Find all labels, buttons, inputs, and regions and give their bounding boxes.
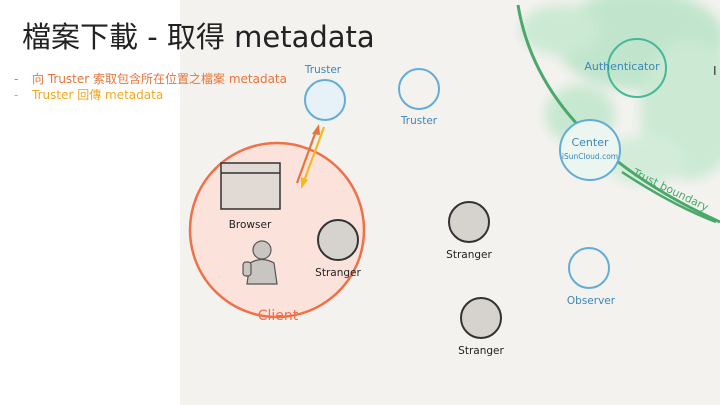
bullet-response-text: Truster 回傳 metadata xyxy=(32,88,164,102)
stranger-1-node xyxy=(448,201,490,243)
bullet-list: -向 Truster 索取包含所在位置之檔案 metadata - Truster… xyxy=(14,71,287,103)
bullet-dash: - xyxy=(14,88,19,102)
truster-top-label: Truster xyxy=(304,64,342,76)
stranger-1-label: Stranger xyxy=(446,249,492,261)
bullet-item-request: -向 Truster 索取包含所在位置之檔案 metadata xyxy=(14,71,287,87)
truster-top-node xyxy=(304,79,346,121)
truster-right-label: Truster xyxy=(400,115,438,127)
center-sublabel: iSunCloud.com xyxy=(562,152,618,161)
stranger-2-label: Stranger xyxy=(458,345,504,357)
stranger-2-node xyxy=(460,297,502,339)
observer-label: Observer xyxy=(567,295,616,307)
slide-title: 檔案下載 - 取得 metadata xyxy=(22,20,375,54)
client-label: Client xyxy=(258,308,299,324)
bullet-item-response: - Truster 回傳 metadata xyxy=(14,87,287,103)
edge-mark xyxy=(714,66,716,75)
architecture-diagram: Trust boundary Authenticator Center iSun… xyxy=(180,0,720,405)
browser-label: Browser xyxy=(229,219,272,231)
center-node xyxy=(559,119,621,181)
client-stranger-label: Stranger xyxy=(315,267,361,279)
bullet-request-text: 向 Truster 索取包含所在位置之檔案 metadata xyxy=(32,72,287,86)
client-stranger-node xyxy=(317,219,359,261)
authenticator-label: Authenticator xyxy=(584,60,660,73)
browser-window-icon xyxy=(220,162,281,210)
center-label: Center xyxy=(571,136,609,149)
bullet-dash: - xyxy=(14,72,19,86)
